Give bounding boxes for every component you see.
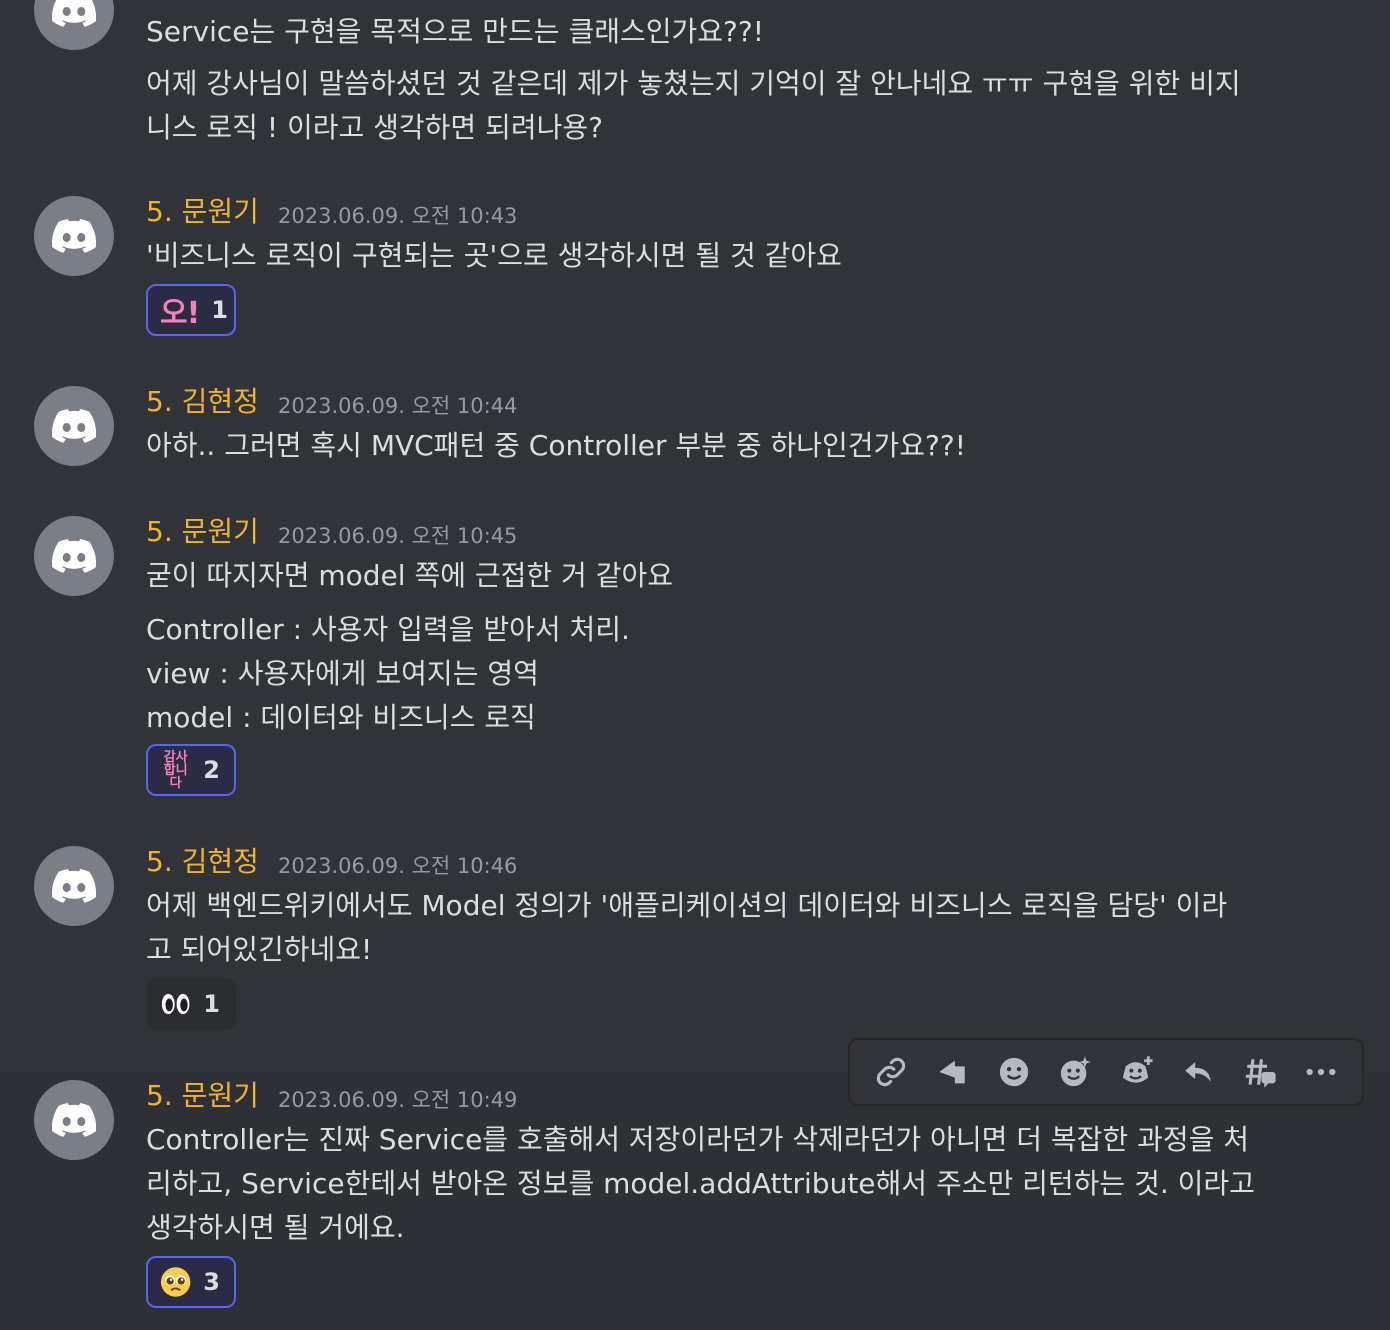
oh-emoji-icon: 오! [160, 296, 200, 331]
add-more-reaction-button[interactable] [1117, 1052, 1157, 1092]
avatar[interactable] [34, 386, 114, 466]
username[interactable]: 5. 김현정 [146, 384, 259, 420]
message: 5. 문원기 2023.06.09. 오전 10:45 굳이 따지자면 mode… [0, 510, 1390, 810]
reaction-count: 3 [203, 1268, 220, 1296]
message-text: 어제 강사님이 말씀하셨던 것 같은데 제가 놓쳤는지 기억이 잘 안나네요 ㅠ… [146, 67, 1241, 100]
reply-icon [1185, 1062, 1211, 1082]
super-reaction-button[interactable] [1055, 1052, 1095, 1092]
username[interactable]: 5. 문원기 [146, 1078, 259, 1114]
avatar[interactable] [34, 846, 114, 926]
message-text: 굳이 따지자면 model 쪽에 근접한 거 같아요 [146, 559, 673, 592]
discord-logo-icon [52, 219, 96, 253]
discord-logo-icon [52, 409, 96, 443]
chat-messages: Service는 구현을 목적으로 만드는 클래스인가요??! 어제 강사님이 … [0, 0, 1390, 1330]
link-icon [876, 1057, 905, 1087]
reply-button[interactable] [1178, 1052, 1218, 1092]
username[interactable]: 5. 문원기 [146, 514, 259, 550]
send-icon [939, 1060, 965, 1084]
emoji-text: 감사 [163, 749, 188, 765]
message-text: '비즈니스 로직이 구현되는 곳'으로 생각하시면 될 것 같아요 [146, 239, 842, 272]
avatar[interactable] [34, 0, 114, 50]
avatar[interactable] [34, 1080, 114, 1160]
avatar[interactable] [34, 196, 114, 276]
message-text: Controller는 진짜 Service를 호출해서 저장이라던가 삭제라던… [146, 1123, 1250, 1156]
add-reaction-icon [999, 1057, 1028, 1087]
message: 5. 김현정 2023.06.09. 오전 10:46 어제 백엔드위키에서도 … [0, 840, 1390, 1040]
timestamp[interactable]: 2023.06.09. 오전 10:43 [278, 198, 517, 234]
timestamp[interactable]: 2023.06.09. 오전 10:45 [278, 518, 517, 554]
message-text: 아하.. 그러면 혹시 MVC패턴 중 Controller 부분 중 하나인건… [146, 429, 966, 462]
more-button[interactable] [1301, 1052, 1341, 1092]
eyes-emoji-icon [161, 993, 190, 1015]
message-text: 니스 로직 ! 이라고 생각하면 되려나용? [146, 111, 603, 144]
discord-logo-icon [52, 539, 96, 573]
reaction-button[interactable]: 1 [146, 978, 236, 1030]
create-thread-icon [1245, 1059, 1276, 1088]
more-icon [1306, 1068, 1336, 1076]
message: 5. 문원기 2023.06.09. 오전 10:43 '비즈니스 로직이 구현… [0, 190, 1390, 350]
timestamp[interactable]: 2023.06.09. 오전 10:49 [278, 1082, 517, 1118]
username[interactable]: 5. 문원기 [146, 194, 259, 230]
message-text: Controller : 사용자 입력을 받아서 처리. [146, 613, 630, 646]
timestamp[interactable]: 2023.06.09. 오전 10:46 [278, 848, 517, 884]
message-text: Service는 구현을 목적으로 만드는 클래스인가요??! [146, 15, 764, 48]
emoji-text: 합니다 [163, 762, 188, 791]
message-text: model : 데이터와 비즈니스 로직 [146, 701, 536, 734]
add-reaction-button[interactable] [994, 1052, 1034, 1092]
reaction-count: 1 [203, 990, 220, 1018]
reaction-button[interactable]: 3 [146, 1256, 236, 1308]
reaction-button[interactable]: 감사 합니다 2 [146, 744, 236, 796]
message: 5. 김현정 2023.06.09. 오전 10:44 아하.. 그러면 혹시 … [0, 380, 1390, 490]
reaction-count: 2 [203, 756, 220, 784]
send-button[interactable] [932, 1052, 972, 1092]
add-more-reaction-icon [1122, 1056, 1153, 1083]
username[interactable]: 5. 김현정 [146, 844, 259, 880]
pleading-face-emoji-icon [160, 1267, 191, 1297]
message-text: 리하고, Service한테서 받아온 정보를 model.addAttribu… [146, 1167, 1255, 1200]
message-text: 어제 백엔드위키에서도 Model 정의가 '애플리케이션의 데이터와 비즈니스… [146, 889, 1228, 922]
discord-logo-icon [52, 869, 96, 903]
message: Service는 구현을 목적으로 만드는 클래스인가요??! 어제 강사님이 … [0, 0, 1390, 160]
thanks-emoji-icon: 감사 합니다 [160, 751, 191, 790]
message: 5. 문원기 2023.06.09. 오전 10:49 Controller는 … [0, 1072, 1390, 1330]
reaction-count: 1 [211, 296, 228, 324]
create-thread-button[interactable] [1240, 1052, 1280, 1092]
discord-logo-icon [52, 0, 96, 27]
timestamp[interactable]: 2023.06.09. 오전 10:44 [278, 388, 517, 424]
copy-link-button[interactable] [871, 1052, 911, 1092]
message-text: view : 사용자에게 보여지는 영역 [146, 657, 539, 690]
message-text: 생각하시면 될 거에요. [146, 1211, 405, 1244]
reaction-button[interactable]: 오! 1 [146, 284, 236, 336]
discord-logo-icon [52, 1103, 96, 1137]
message-text: 고 되어있긴하네요! [146, 933, 373, 966]
avatar[interactable] [34, 516, 114, 596]
super-reaction-icon [1061, 1056, 1091, 1087]
message-actions-toolbar [848, 1038, 1364, 1106]
